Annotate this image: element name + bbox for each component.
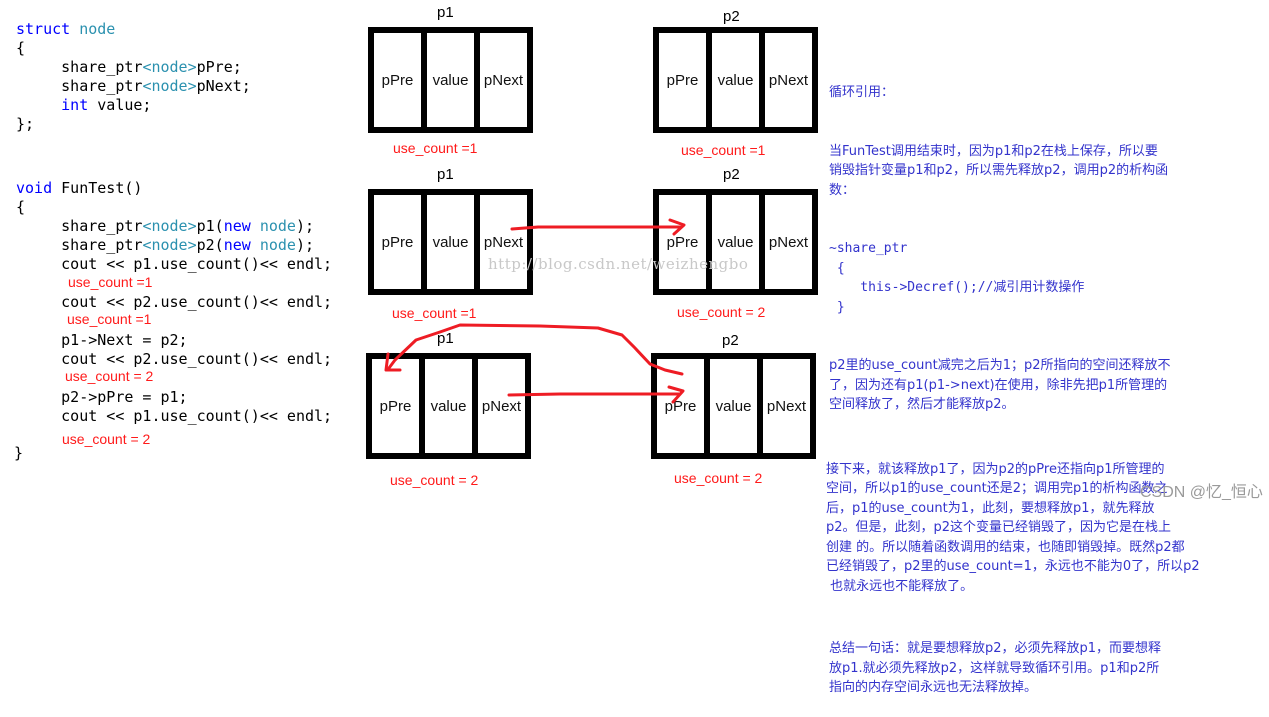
- note-line: 总结一句话：就是要想释放p2，必须先释放p1，而要想释: [829, 641, 1162, 656]
- notes-para-2: p2里的use_count减完之后为1；p2所指向的空间还释放不 了，因为还有p1…: [829, 356, 1269, 415]
- note-line: 创建 的。所以随着函数调用的结束，也随即销毁掉。既然p2都: [826, 539, 1185, 555]
- note-line: 了，因为还有p1(p1->next)在使用，除非先把p1所管理的: [829, 377, 1168, 393]
- note-line: 放p1.就必须先释放p2，这样就导致循环引用。p1和p2所: [829, 660, 1160, 676]
- note-line: 接下来，就该释放p1了，因为p2的pPre还指向p1所管理的: [826, 461, 1165, 477]
- note-line: this->Decref();//减引用计数操作: [829, 280, 1085, 295]
- note-line: p2。但是，此刻，p2这个变量已经销毁了，因为它是在栈上: [826, 520, 1172, 535]
- destructor-code: ~share_ptr { this->Decref();//减引用计数操作 }: [829, 239, 1269, 317]
- explanation-notes: 循环引用： 当FunTest调用结束时，因为p1和p2在栈上保存，所以要 销毁指针…: [826, 44, 1269, 717]
- note-line: p2里的use_count减完之后为1；p2所指向的空间还释放不: [829, 358, 1171, 373]
- arrow-p1-next-to-p2-row2: [510, 225, 682, 231]
- note-line: 空间释放了，然后才能释放p2。: [829, 397, 1015, 412]
- notes-para-4: 总结一句话：就是要想释放p2，必须先释放p1，而要想释 放p1.就必须先释放p2，…: [829, 639, 1269, 698]
- arrow-p2-pre-to-p1-row3: [387, 323, 684, 376]
- notes-para-1: 当FunTest调用结束时，因为p1和p2在栈上保存，所以要 销毁指针变量p1和p…: [829, 142, 1269, 201]
- notes-title: 循环引用：: [829, 85, 895, 100]
- note-line: 也就永远也不能释放了。: [826, 578, 974, 594]
- note-line: 当FunTest调用结束时，因为p1和p2在栈上保存，所以要: [829, 143, 1158, 159]
- arrow-p1-next-to-p2-row3: [507, 392, 682, 397]
- csdn-watermark: CSDN @忆_恒心: [1140, 484, 1263, 501]
- note-line: {: [829, 260, 845, 276]
- note-line: }: [829, 299, 845, 315]
- note-line: 已经销毁了，p2里的use_count=1，永远也不能为0了，所以p2: [826, 559, 1200, 574]
- note-line: 指向的内存空间永远也无法释放掉。: [829, 680, 1038, 695]
- note-line: 数：: [829, 182, 856, 198]
- note-line: 销毁指针变量p1和p2，所以需先释放p2，调用p2的析构函: [829, 163, 1169, 178]
- note-line: ~share_ptr: [829, 241, 908, 256]
